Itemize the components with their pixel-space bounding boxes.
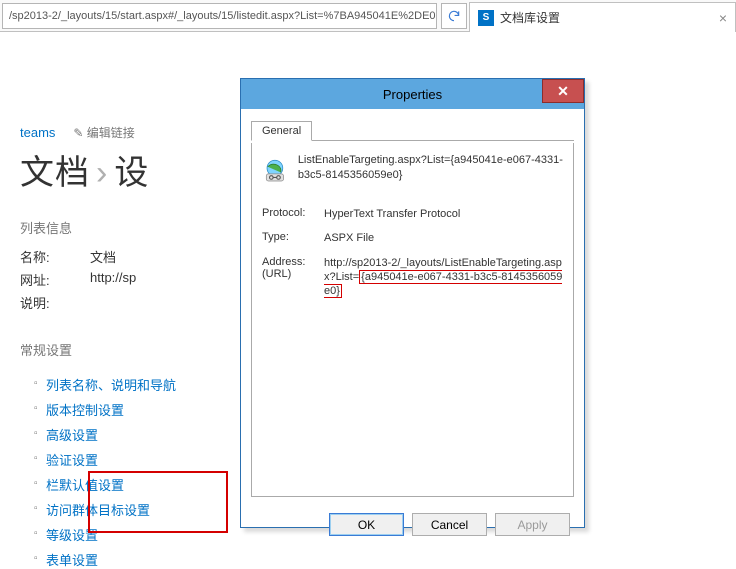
refresh-button[interactable] [441,3,467,29]
dialog-title: Properties [383,87,442,102]
setting-link[interactable]: 版本控制设置 [46,403,124,418]
cancel-button[interactable]: Cancel [412,513,487,536]
address-text: /sp2013-2/_layouts/15/start.aspx#/_layou… [9,10,437,22]
dialog-close-button[interactable]: ✕ [542,79,584,103]
guid-highlight: {a945041e-e067-4331-b3c5-8145356059e0} [324,270,562,298]
ok-button[interactable]: OK [329,513,404,536]
dialog-tabstrip: General [251,117,574,141]
properties-dialog: Properties ✕ General ListEnableTargeting… [240,78,585,528]
edit-links[interactable]: 编辑链接 [73,124,134,141]
setting-link[interactable]: 表单设置 [46,553,98,568]
dialog-url-text: ListEnableTargeting.aspx?List={a945041e-… [298,153,563,183]
setting-link[interactable]: 验证设置 [46,453,98,468]
browser-chrome: /sp2013-2/_layouts/15/start.aspx#/_layou… [0,0,736,32]
dialog-titlebar[interactable]: Properties ✕ [241,79,584,109]
prop-row-address: Address: (URL) http://sp2013-2/_layouts/… [262,256,563,299]
globe-link-icon [262,153,288,189]
setting-link[interactable]: 高级设置 [46,428,98,443]
tab-general[interactable]: General [251,121,312,141]
browser-tab[interactable]: S 文档库设置 × [469,2,736,32]
tab-panel: ListEnableTargeting.aspx?List={a945041e-… [251,143,574,497]
dialog-body: General ListEnableTargeting.aspx?List={a… [241,109,584,505]
tab-close-icon[interactable]: × [719,10,727,26]
address-value: http://sp2013-2/_layouts/ListEnableTarge… [324,256,563,299]
refresh-icon [447,9,461,23]
breadcrumb-root[interactable]: teams [20,125,55,140]
setting-link[interactable]: 列表名称、说明和导航 [46,378,176,393]
tab-title: 文档库设置 [500,9,560,26]
prop-row-protocol: Protocol: HyperText Transfer Protocol [262,207,563,221]
highlight-box [88,471,228,533]
apply-button[interactable]: Apply [495,513,570,536]
prop-row-type: Type: ASPX File [262,231,563,245]
dialog-buttons: OK Cancel Apply [241,505,584,544]
dialog-url-header: ListEnableTargeting.aspx?List={a945041e-… [262,153,563,189]
address-bar[interactable]: /sp2013-2/_layouts/15/start.aspx#/_layou… [2,3,437,29]
sharepoint-icon: S [478,10,494,26]
